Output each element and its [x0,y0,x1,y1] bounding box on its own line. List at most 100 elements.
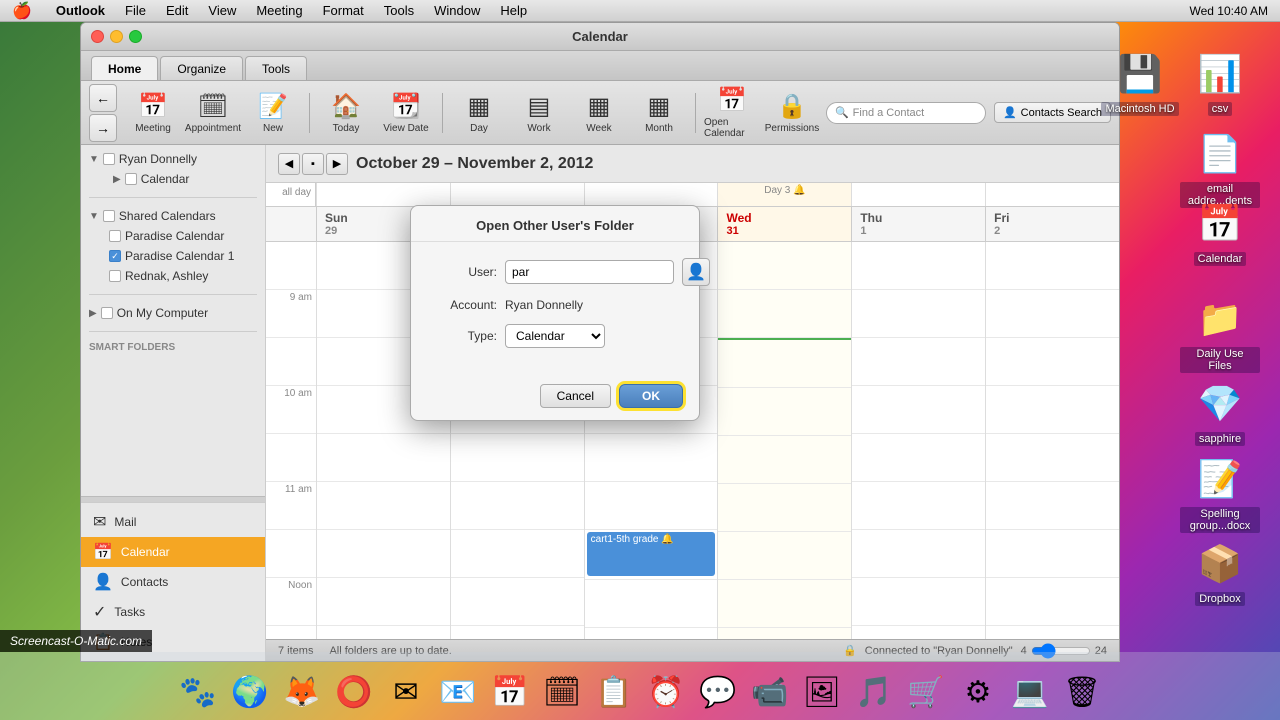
mon-slot-4[interactable] [451,434,584,482]
fri-slot-2[interactable] [986,338,1119,386]
toolbar-btn-day[interactable]: ▦ Day [451,85,507,141]
desktop-icon-sapphire[interactable]: 💎 sapphire [1180,380,1260,446]
thu-slot-4[interactable] [852,434,985,482]
menu-tools[interactable]: Tools [380,3,418,18]
desktop-icon-csv[interactable]: 📊 csv [1180,50,1260,116]
nav-item-calendar[interactable]: 📅 Calendar [81,537,265,567]
toolbar-btn-week[interactable]: ▦ Week [571,85,627,141]
nav-item-tasks[interactable]: ✓ Tasks [81,597,265,627]
desktop-icon-dropbox[interactable]: 📦 Dropbox [1180,540,1260,606]
toolbar-back-icon[interactable]: ← [89,84,117,112]
wed-slot-6[interactable] [718,532,851,580]
toolbar-btn-today[interactable]: 🏠 Today [318,85,374,141]
dock-item-photos[interactable]: 🖼 [798,668,846,716]
cal-prev-button[interactable]: ◀ [278,153,300,175]
tue-slot-6[interactable]: cart1-5th grade 🔔 [585,532,718,580]
sun-slot-5[interactable] [317,482,450,530]
desktop-icon-calendar[interactable]: 📅 Calendar [1180,200,1260,266]
thu-slot-6[interactable] [852,530,985,578]
fri-slot-5[interactable] [986,482,1119,530]
dock-item-outlook[interactable]: 📧 [434,668,482,716]
wed-slot-1[interactable] [718,290,851,338]
tue-slot-5[interactable] [585,482,718,530]
menu-help[interactable]: Help [496,3,531,18]
minimize-button[interactable] [110,30,123,43]
apple-menu[interactable]: 🍎 [8,1,36,21]
fri-slot-1[interactable] [986,290,1119,338]
dock-item-itunes[interactable]: 🎵 [850,668,898,716]
desktop-icon-email[interactable]: 📄 email addre...dents [1180,130,1260,208]
dock-item-firefox[interactable]: 🦊 [278,668,326,716]
thu-slot-0[interactable] [852,242,985,290]
desktop-icon-hd[interactable]: 💾 Macintosh HD [1100,50,1180,116]
toolbar-btn-work[interactable]: ▤ Work [511,85,567,141]
toolbar-btn-viewdate[interactable]: 📆 View Date [378,85,434,141]
user-input[interactable] [505,260,674,284]
wed-slot-2[interactable] [718,340,851,388]
contacts-search-button[interactable]: 👤 Contacts Search [994,102,1111,123]
toolbar-btn-permissions[interactable]: 🔒 Permissions [764,85,820,141]
dock-item-system-prefs[interactable]: ⚙ [954,668,1002,716]
tab-tools[interactable]: Tools [245,56,307,80]
sun-slot-8[interactable] [317,626,450,639]
cal-header-fri[interactable]: Fri 2 [985,207,1119,241]
dock-item-finder[interactable]: 🐾 [174,668,222,716]
sidebar-item-rednak[interactable]: Rednak, Ashley [81,266,265,286]
cal-today-button[interactable]: ▪ [302,153,324,175]
desktop-icon-daily-files[interactable]: 📁 Daily Use Files [1180,295,1260,373]
mon-slot-8[interactable] [451,626,584,639]
user-lookup-button[interactable]: 👤 [682,258,710,286]
toolbar-btn-appointment[interactable]: 🗓 Appointment [185,85,241,141]
sun-slot-4[interactable] [317,434,450,482]
thu-slot-5[interactable] [852,482,985,530]
menu-meeting[interactable]: Meeting [252,3,306,18]
dock-item-trash[interactable]: 🗑 [1058,668,1106,716]
thu-slot-8[interactable] [852,626,985,639]
menu-file[interactable]: File [121,3,150,18]
dock-item-ical[interactable]: 🗓 [538,668,586,716]
dock-item-reminders[interactable]: ⏰ [642,668,690,716]
mon-slot-6[interactable] [451,530,584,578]
toolbar-btn-month[interactable]: ▦ Month [631,85,687,141]
find-contact-box[interactable]: 🔍 Find a Contact [826,102,986,124]
sidebar-item-paradise-cal-1[interactable]: ✓ Paradise Calendar 1 [81,246,265,266]
menu-view[interactable]: View [204,3,240,18]
maximize-button[interactable] [129,30,142,43]
thu-slot-7[interactable] [852,578,985,626]
fri-slot-4[interactable] [986,434,1119,482]
fri-slot-0[interactable] [986,242,1119,290]
sidebar-item-calendar[interactable]: ▶ Calendar [81,169,265,189]
cancel-button[interactable]: Cancel [540,384,611,408]
tue-slot-4[interactable] [585,434,718,482]
dock-item-terminal[interactable]: 💻 [1006,668,1054,716]
menu-window[interactable]: Window [430,3,484,18]
tue-slot-7[interactable] [585,580,718,628]
cal-header-wed[interactable]: Wed 31 [717,207,851,241]
dock-item-notes[interactable]: 📋 [590,668,638,716]
menu-outlook[interactable]: Outlook [52,3,109,18]
wed-slot-0[interactable] [718,242,851,290]
dock-item-messages[interactable]: 💬 [694,668,742,716]
dock-item-safari[interactable]: 🌍 [226,668,274,716]
cal-next-button[interactable]: ▶ [326,153,348,175]
close-button[interactable] [91,30,104,43]
nav-item-mail[interactable]: ✉ Mail [81,507,265,537]
nav-item-contacts[interactable]: 👤 Contacts [81,567,265,597]
wed-slot-7[interactable] [718,580,851,628]
dock-item-chrome[interactable]: ⭕ [330,668,378,716]
tab-organize[interactable]: Organize [160,56,243,80]
fri-slot-3[interactable] [986,386,1119,434]
fri-slot-8[interactable] [986,626,1119,639]
sun-slot-7[interactable] [317,578,450,626]
tab-home[interactable]: Home [91,56,158,80]
tue-slot-8[interactable] [585,628,718,639]
sidebar-item-paradise-cal[interactable]: Paradise Calendar [81,226,265,246]
ok-button[interactable]: OK [619,384,683,408]
cal-header-thu[interactable]: Thu 1 [851,207,985,241]
wed-slot-3[interactable] [718,388,851,436]
sun-slot-6[interactable] [317,530,450,578]
wed-slot-4[interactable] [718,436,851,484]
mon-slot-7[interactable] [451,578,584,626]
thu-slot-1[interactable] [852,290,985,338]
sidebar-item-shared[interactable]: ▼ Shared Calendars [81,206,265,226]
